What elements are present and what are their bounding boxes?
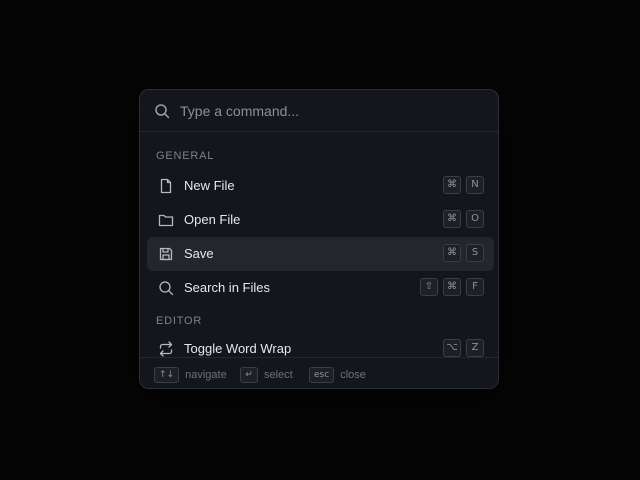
search-icon (154, 103, 170, 119)
palette-footer: ↑↓ navigate ↵ select esc close (140, 357, 498, 388)
hint-label: select (264, 369, 293, 381)
key-arrows: ↑↓ (154, 367, 180, 383)
shortcut-keys: ⌘ S (443, 244, 484, 262)
key-enter: ↵ (240, 367, 258, 383)
command-toggle-word-wrap[interactable]: Toggle Word Wrap ⌥ Z (147, 332, 494, 357)
key-option: ⌥ (443, 339, 461, 357)
command-label: Save (184, 246, 214, 261)
shortcut-keys: ⌘ O (443, 210, 484, 228)
command-label: New File (184, 178, 235, 193)
key-o: O (466, 210, 484, 228)
key-z: Z (466, 339, 484, 357)
key-cmd: ⌘ (443, 278, 461, 296)
hint-label: navigate (185, 369, 227, 381)
command-label: Open File (184, 212, 241, 227)
command-search-input[interactable] (180, 100, 480, 122)
shortcut-keys: ⇧ ⌘ F (420, 278, 484, 296)
hint-close: esc close (309, 367, 366, 383)
shortcut-keys: ⌥ Z (443, 339, 484, 357)
search-bar (140, 90, 498, 132)
command-new-file[interactable]: New File ⌘ N (147, 169, 494, 203)
hint-navigate: ↑↓ navigate (154, 367, 227, 383)
command-list: GENERAL New File ⌘ N Open File ⌘ O Save … (140, 133, 498, 357)
section-label-editor: EDITOR (156, 315, 203, 327)
section-label-general: GENERAL (156, 150, 215, 162)
command-open-file[interactable]: Open File ⌘ O (147, 203, 494, 237)
key-cmd: ⌘ (443, 244, 461, 262)
command-save[interactable]: Save ⌘ S (147, 237, 494, 271)
command-label: Toggle Word Wrap (184, 341, 292, 356)
command-search-in-files[interactable]: Search in Files ⇧ ⌘ F (147, 271, 494, 305)
search-icon (158, 280, 174, 296)
shortcut-keys: ⌘ N (443, 176, 484, 194)
key-cmd: ⌘ (443, 176, 461, 194)
key-shift: ⇧ (420, 278, 438, 296)
save-icon (158, 246, 174, 262)
key-esc: esc (309, 367, 335, 383)
key-s: S (466, 244, 484, 262)
command-palette: GENERAL New File ⌘ N Open File (139, 89, 499, 389)
key-cmd: ⌘ (443, 210, 461, 228)
repeat-icon (158, 341, 174, 357)
file-icon (158, 178, 174, 194)
hint-select: ↵ select (240, 367, 293, 383)
key-f: F (466, 278, 484, 296)
key-n: N (466, 176, 484, 194)
command-label: Search in Files (184, 280, 270, 295)
hint-label: close (340, 369, 366, 381)
folder-icon (158, 212, 174, 228)
